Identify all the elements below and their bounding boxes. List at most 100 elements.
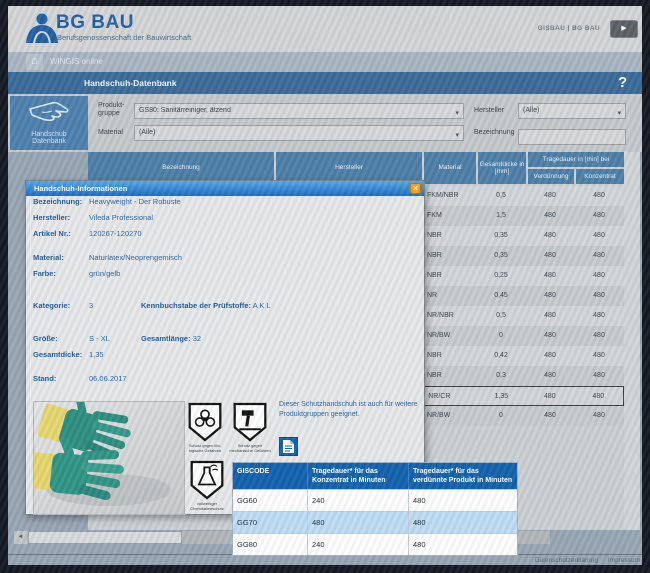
cell-konz: 480 — [593, 372, 605, 379]
cell-verd: 480 — [544, 272, 556, 279]
cell-dick: 0,45 — [494, 292, 508, 299]
cell-konz: 480 — [593, 332, 605, 339]
cell-konz: 480 — [593, 292, 605, 299]
cell-verduennt: 480 — [413, 496, 426, 505]
cell-mat: NR/CR — [428, 393, 451, 400]
cell-verduennt: 480 — [413, 540, 426, 549]
cell-konz: 480 — [593, 312, 605, 319]
cell-dick: 1,5 — [496, 212, 506, 219]
cell-konz: 480 — [593, 232, 605, 239]
horizontal-scrollbar-thumb[interactable] — [28, 531, 182, 544]
field-kategorie-label: Kategorie: — [33, 301, 71, 310]
cell-giscode: GG70 — [233, 512, 308, 533]
cell-konzentrat: 240 — [308, 490, 409, 511]
column-header-tragedauer: Tragedauer in [min] bei — [528, 152, 624, 167]
chevron-down-icon: ▾ — [455, 132, 459, 139]
field-kennbuchstabe-label: Kennbuchstabe der Prüfstoffe: — [141, 301, 252, 310]
privacy-link[interactable]: Datenschutzerklärung — [535, 557, 598, 564]
cell-verd: 480 — [544, 312, 556, 319]
close-icon[interactable]: × — [410, 183, 421, 194]
field-gesamtlaenge-value: 32 — [192, 334, 202, 343]
cell-verd: 480 — [544, 232, 556, 239]
cell-konz: 480 — [593, 352, 605, 359]
field-farbe-label: Farbe: — [33, 269, 56, 278]
app-window: BG BAU Berufsgenossenschaft der Bauwirts… — [0, 0, 650, 573]
produktgruppe-value: GS80: Sanitärreiniger, ätzend — [139, 107, 231, 114]
glove-photo — [33, 401, 185, 515]
page-title: Handschuh-Datenbank — [84, 78, 177, 88]
giscode-row: GG70 480 480 — [233, 511, 517, 533]
imprint-link[interactable]: Impressum — [608, 557, 640, 564]
document-glyph — [283, 440, 294, 453]
cell-mat: NR/BW — [427, 412, 451, 419]
cell-verd: 480 — [544, 252, 556, 259]
cell-dick: 0,5 — [496, 312, 506, 319]
cell-dick: 0 — [499, 412, 503, 419]
column-header-gesamtdicke: Gesamtdicke in [mm] — [478, 152, 526, 184]
column-header-verduennung: Verdünnung — [528, 169, 574, 184]
field-farbe-value: grün/gelb — [89, 269, 121, 278]
cell-verduennt: 480 — [413, 518, 426, 527]
home-icon[interactable]: ⌂ — [26, 54, 43, 70]
field-material-value: Naturlatex/Neoprengemisch — [89, 253, 182, 262]
cell-verd: 480 — [544, 332, 556, 339]
cell-verd: 480 — [544, 292, 556, 299]
scroll-left-button[interactable]: ◄ — [14, 531, 27, 544]
chevron-down-icon: ▾ — [455, 110, 459, 117]
sidebar-item-handschuh-datenbank[interactable]: Handschub Datenbank — [10, 96, 88, 150]
cell-konz: 480 — [593, 252, 605, 259]
hersteller-label: Hersteller — [474, 107, 504, 114]
chemical-protection-shield-icon — [190, 460, 224, 500]
field-gesamtlaenge: Gesamtlänge: 32 — [141, 334, 201, 343]
cell-mat: FKM/NBR — [427, 192, 459, 199]
pdf-icon[interactable] — [279, 437, 298, 456]
cell-dick: 0,25 — [494, 272, 508, 279]
giscode-table-header: GISCODE Tragedauer* für das Konzentrat i… — [233, 463, 517, 489]
cell-konz: 480 — [593, 412, 605, 419]
field-gesamtdicke-label: Gesamtdicke: — [33, 350, 83, 359]
chemical-caption: vollwertiger Chemikalienschutz — [190, 501, 224, 511]
cell-verd: 480 — [544, 372, 556, 379]
bezeichnung-field-wrap — [518, 125, 626, 145]
cell-mat: NBR — [427, 272, 442, 279]
produktgruppe-label-line1: Produkt- — [98, 102, 125, 109]
help-button[interactable]: ? — [618, 74, 627, 91]
breadcrumb[interactable]: WINGIS online — [50, 57, 103, 66]
brand-title: BG BAU — [56, 12, 134, 33]
cell-mat: NBR — [427, 232, 442, 239]
bezeichnung-input[interactable] — [518, 128, 626, 145]
verduennt-col-header: Tragedauer* für das verdünnte Produkt in… — [413, 468, 513, 484]
field-stand-value: 06.06.2017 — [89, 374, 127, 383]
giscode-table: GISCODE Tragedauer* für das Konzentrat i… — [232, 462, 518, 556]
cell-verd: 480 — [544, 412, 556, 419]
field-gesamtdicke-value: 1,35 — [89, 350, 104, 359]
cell-giscode: GG80 — [233, 534, 308, 555]
cell-dick: 1,35 — [494, 393, 509, 400]
field-kennbuchstabe-value: A K L — [252, 301, 271, 310]
field-artikel-value: 120267-120270 — [89, 229, 142, 238]
field-gesamtlaenge-label: Gesamtlänge: — [141, 334, 191, 343]
cell-konzentrat: 480 — [308, 512, 409, 533]
produktgruppe-select[interactable]: GS80: Sanitärreiniger, ätzend ▾ — [134, 103, 464, 119]
cell-dick: 0,42 — [494, 352, 508, 359]
field-groesse-value: S - XL — [89, 334, 110, 343]
material-label: Material — [98, 129, 123, 136]
cell-konz: 480 — [593, 192, 605, 199]
field-stand-label: Stand: — [33, 374, 57, 383]
cell-konzentrat: 240 — [308, 534, 409, 555]
brand-subtitle: Berufsgenossenschaft der Bauwirtschaft — [57, 33, 192, 42]
footer-links: Datenschutzerklärung Impressum — [430, 557, 640, 564]
cell-mat: FKM — [427, 212, 442, 219]
bezeichnung-label: Bezeichnung — [474, 129, 515, 136]
giscode-row: GG80 240 480 — [233, 533, 517, 555]
konzentrat-col-header: Tragedauer* für das Konzentrat in Minute… — [308, 463, 409, 489]
hersteller-select[interactable]: (Alle) ▾ — [518, 103, 626, 119]
glove-icon — [29, 101, 69, 122]
biohazard-shield-icon — [188, 402, 222, 442]
material-select[interactable]: (Alle) ▾ — [134, 125, 464, 141]
giscode-row: GG60 240 480 — [233, 489, 517, 511]
cell-mat: NR/BW — [427, 332, 451, 339]
cell-mat: NBR — [427, 372, 442, 379]
portal-toggle-button[interactable]: ▶ — [610, 20, 638, 38]
produktgruppe-label-line2: gruppe — [98, 110, 120, 117]
